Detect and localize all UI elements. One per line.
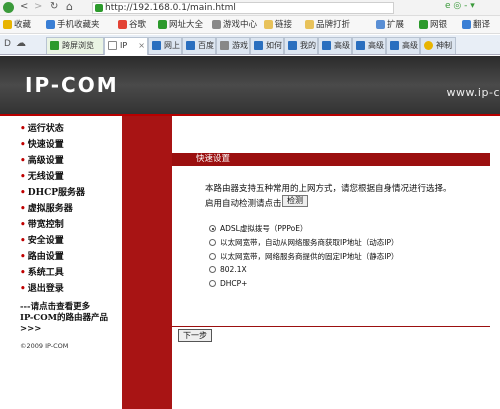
forward-button[interactable]: > [34, 1, 42, 12]
chrome-icon [424, 41, 433, 50]
baidu-watermark: Baidu经验 [387, 361, 481, 382]
tab-item[interactable]: 高级 [352, 37, 386, 54]
paw-icon [356, 41, 365, 50]
option-dhcp-plus[interactable]: DHCP+ [209, 279, 247, 288]
tab-item[interactable]: 网上 [148, 37, 182, 54]
next-button[interactable]: 下一步 [178, 329, 212, 342]
bookmark-sites[interactable]: 网址大全 [158, 19, 203, 31]
grid-icon [376, 20, 385, 29]
option-dynamic-ip[interactable]: 以太网宽带，自动从网络服务商获取IP地址（动态IP） [209, 237, 398, 248]
option-8021x[interactable]: 802.1X [209, 265, 247, 274]
bookmark-links[interactable]: 链接 [264, 19, 292, 31]
bookmark-games[interactable]: 游戏中心 [212, 19, 257, 31]
panel-title: 快速设置 [172, 153, 490, 166]
paw-icon [390, 41, 399, 50]
sidebar-toggle-icon[interactable]: D [4, 39, 11, 49]
header-banner: IP-COM www.ip-c [0, 56, 500, 114]
globe-icon [158, 20, 167, 29]
page-icon [108, 41, 117, 50]
paw-icon [322, 41, 331, 50]
tab-strip: D ☁ 跨屏浏览 IP × 网上 百度 游戏 如何 我的 高级 高级 高级 神制 [0, 35, 500, 55]
sidebar-item-virtual-server[interactable]: • 虚拟服务器 [20, 203, 73, 215]
sidebar-item-logout[interactable]: • 退出登录 [20, 283, 64, 295]
gamepad-icon [220, 41, 229, 50]
radio-button[interactable] [209, 280, 216, 287]
extensions-button[interactable]: 扩展 [376, 19, 404, 31]
sidebar-item-status[interactable]: • 运行状态 [20, 123, 64, 135]
bookmark-google[interactable]: 谷歌 [118, 19, 146, 31]
radio-button[interactable] [209, 239, 216, 246]
tab-item[interactable]: 如何 [250, 37, 284, 54]
reload-icon[interactable]: ↻ [50, 1, 58, 12]
paw-icon [254, 41, 263, 50]
detect-button[interactable]: 检测 [282, 195, 308, 207]
sidebar-item-dhcp[interactable]: • DHCP服务器 [20, 187, 85, 199]
copyright-text: ©2009 IP-COM [20, 342, 69, 350]
brand-logo: IP-COM [25, 73, 119, 97]
radio-button[interactable] [209, 253, 216, 260]
product-promo-link[interactable]: ---请点击查看更多 IP-COM的路由器产品 >>> [20, 302, 108, 335]
gamepad-icon [212, 20, 221, 29]
site-url-text: www.ip-c [446, 86, 500, 99]
window-controls[interactable]: e ◎ - ▾ [445, 1, 475, 11]
tab-item[interactable]: 我的 [284, 37, 318, 54]
paw-icon [186, 41, 195, 50]
sidebar-item-quick-setup[interactable]: • 快速设置 [20, 139, 64, 151]
detect-label: 启用自动检测请点击 [205, 199, 282, 209]
tab-item[interactable]: 百度 [182, 37, 216, 54]
security-shield-icon [95, 4, 103, 12]
tab-favicon-icon [50, 41, 59, 50]
address-bar[interactable]: http://192.168.0.1/main.html [92, 2, 394, 14]
sidebar-item-routing[interactable]: • 路由设置 [20, 251, 64, 263]
sidebar-item-wireless[interactable]: • 无线设置 [20, 171, 64, 183]
translate-icon [462, 20, 471, 29]
sidebar-item-security[interactable]: • 安全设置 [20, 235, 64, 247]
bookmarks-bar: 收藏 手机收藏夹 谷歌 网址大全 游戏中心 链接 品牌打折 扩展 网银 翻译 [0, 16, 500, 34]
tab-item[interactable]: 神制 [420, 37, 456, 54]
address-text: http://192.168.0.1/main.html [105, 3, 236, 13]
paw-icon [152, 41, 161, 50]
baidu-watermark-url: jingyan.baidu.com [415, 386, 499, 396]
description-text: 本路由器支持五种常用的上网方式，请您根据自身情况进行选择。 [205, 184, 452, 194]
paw-icon [288, 41, 297, 50]
option-pppoe[interactable]: ADSL虚拟拨号（PPPoE） [209, 223, 307, 234]
tab-item[interactable]: 高级 [318, 37, 352, 54]
sidebar-item-system-tools[interactable]: • 系统工具 [20, 267, 64, 279]
sidebar-accent-bar [122, 116, 172, 409]
close-tab-icon[interactable]: × [138, 38, 145, 53]
back-button[interactable]: < [20, 1, 28, 12]
browser-window: < > ↻ ⌂ http://192.168.0.1/main.html e ◎… [0, 0, 500, 409]
bank-button[interactable]: 网银 [419, 19, 447, 31]
folder-icon [264, 20, 273, 29]
sidebar-nav: • 运行状态 • 快速设置 • 高级设置 • 无线设置 • DHCP服务器 • 虚拟服务器 … [0, 116, 122, 409]
sidebar-item-bandwidth[interactable]: • 带宽控制 [20, 219, 64, 231]
form-divider [172, 326, 490, 327]
browser-logo-icon [3, 2, 14, 13]
sidebar-item-advanced[interactable]: • 高级设置 [20, 155, 64, 167]
tab-cross-screen[interactable]: 跨屏浏览 [46, 37, 104, 54]
bookmark-deals[interactable]: 品牌打折 [305, 19, 350, 31]
home-icon[interactable]: ⌂ [66, 0, 73, 13]
cloud-icon[interactable]: ☁ [16, 38, 26, 49]
bookmark-mobile[interactable]: 手机收藏夹 [46, 19, 100, 31]
option-static-ip[interactable]: 以太网宽带，网络服务商提供的固定IP地址（静态IP） [209, 251, 398, 262]
shield-icon [419, 20, 428, 29]
bookmark-favorites[interactable]: 收藏 [3, 19, 31, 31]
radio-button[interactable] [209, 266, 216, 273]
tab-item[interactable]: 高级 [386, 37, 420, 54]
google-icon [118, 20, 127, 29]
folder-icon [305, 20, 314, 29]
translate-button[interactable]: 翻译 [462, 19, 490, 31]
phone-icon [46, 20, 55, 29]
address-toolbar: < > ↻ ⌂ http://192.168.0.1/main.html e ◎… [0, 0, 500, 16]
radio-selected[interactable] [209, 225, 216, 232]
tab-ipcom[interactable]: IP × [104, 37, 148, 55]
star-icon [3, 20, 12, 29]
tab-item[interactable]: 游戏 [216, 37, 250, 54]
